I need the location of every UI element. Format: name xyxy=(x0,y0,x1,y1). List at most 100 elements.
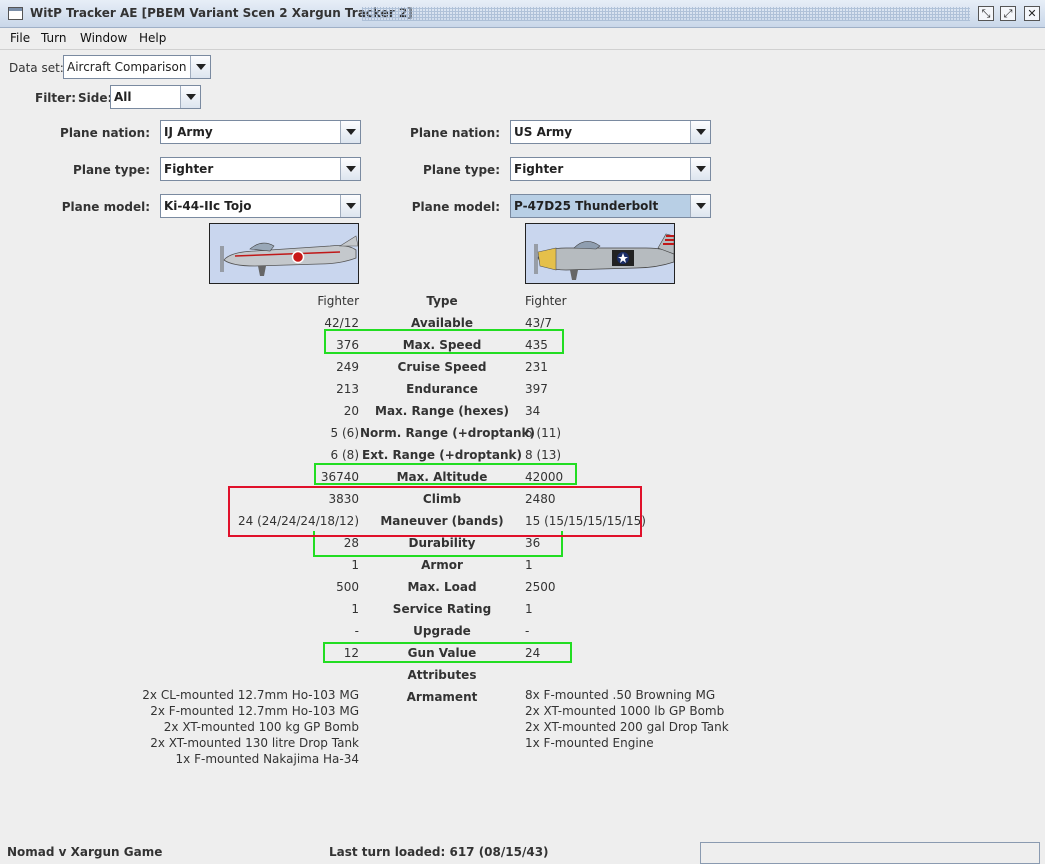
right-value: 36 xyxy=(525,536,541,550)
right-value: 43/7 xyxy=(525,316,552,330)
left-model-label: Plane model: xyxy=(61,200,150,214)
stat-row-cruise-speed: 249 Cruise Speed 231 xyxy=(0,356,1045,378)
close-icon[interactable]: ✕ xyxy=(1024,6,1040,21)
right-value: 8 (13) xyxy=(525,448,562,462)
right-type-label: Plane type: xyxy=(423,163,500,177)
status-game-name: Nomad v Xargun Game xyxy=(7,845,163,859)
title-bar[interactable]: WitP Tracker AE [PBEM Variant Scen 2 Xar… xyxy=(0,0,1045,28)
stat-label: Available xyxy=(411,316,473,330)
left-value: 213 xyxy=(336,382,359,396)
right-nation-select[interactable]: US Army xyxy=(510,120,711,144)
right-value: 1 xyxy=(525,602,533,616)
stat-row-gun-value: 12 Gun Value 24 xyxy=(0,642,1045,664)
right-nation-label: Plane nation: xyxy=(410,126,500,140)
right-value: - xyxy=(525,624,530,638)
right-value: 42000 xyxy=(525,470,564,484)
right-type-value: Fighter xyxy=(514,162,564,176)
window-title: WitP Tracker AE [PBEM Variant Scen 2 Xar… xyxy=(30,6,413,20)
left-value: 1 xyxy=(351,558,359,572)
stat-label: Maneuver (bands) xyxy=(380,514,504,528)
left-value: 500 xyxy=(336,580,359,594)
left-model-value: Ki-44-IIc Tojo xyxy=(164,199,252,213)
right-model-value: P-47D25 Thunderbolt xyxy=(514,199,659,213)
stat-row-climb: 3830 Climb 2480 xyxy=(0,488,1045,510)
left-value: 5 (6) xyxy=(330,426,359,440)
stat-label: Endurance xyxy=(406,382,478,396)
dataset-label: Data set: xyxy=(9,61,64,75)
left-value: 28 xyxy=(343,536,359,550)
chevron-down-icon xyxy=(690,158,710,180)
stat-label: Armor xyxy=(421,558,463,572)
stat-row-endurance: 213 Endurance 397 xyxy=(0,378,1045,400)
maximize-icon[interactable]: ⤢ xyxy=(1000,6,1016,21)
restore-icon[interactable]: ⤡ xyxy=(978,6,994,21)
stat-row-maneuver: 24 (24/24/24/18/12) Maneuver (bands) 15 … xyxy=(0,510,1045,532)
right-model-select[interactable]: P-47D25 Thunderbolt xyxy=(510,194,711,218)
left-type-select[interactable]: Fighter xyxy=(160,157,361,181)
stat-row-max-speed: 376 Max. Speed 435 xyxy=(0,334,1045,356)
stat-row-type: Fighter Type Fighter xyxy=(0,290,1045,312)
menu-window[interactable]: Window xyxy=(80,31,127,45)
stat-row-available: 42/12 Available 43/7 xyxy=(0,312,1045,334)
chevron-down-icon xyxy=(690,121,710,143)
app-icon xyxy=(8,7,23,20)
right-value: 231 xyxy=(525,360,548,374)
right-type-select[interactable]: Fighter xyxy=(510,157,711,181)
menu-file[interactable]: File xyxy=(10,31,30,45)
right-nation-value: US Army xyxy=(514,125,573,139)
armament-label: Armament xyxy=(406,690,478,704)
left-value: 249 xyxy=(336,360,359,374)
stat-row-max-load: 500 Max. Load 2500 xyxy=(0,576,1045,598)
right-value: 2500 xyxy=(525,580,556,594)
stat-label: Max. Altitude xyxy=(396,470,488,484)
menu-turn[interactable]: Turn xyxy=(41,31,66,45)
left-model-select[interactable]: Ki-44-IIc Tojo xyxy=(160,194,361,218)
left-value: - xyxy=(354,624,359,638)
list-item: 2x XT-mounted 100 kg GP Bomb xyxy=(163,720,359,734)
left-nation-select[interactable]: IJ Army xyxy=(160,120,361,144)
stat-label: Cruise Speed xyxy=(397,360,487,374)
left-type-value: Fighter xyxy=(164,162,214,176)
stat-row-armor: 1 Armor 1 xyxy=(0,554,1045,576)
side-value: All xyxy=(114,90,132,104)
list-item: 1x F-mounted Engine xyxy=(525,736,654,750)
chevron-down-icon xyxy=(690,195,710,217)
stat-label: Type xyxy=(426,294,458,308)
menu-help[interactable]: Help xyxy=(139,31,166,45)
side-select[interactable]: All xyxy=(110,85,201,109)
left-plane-image xyxy=(209,223,359,284)
right-value: 435 xyxy=(525,338,548,352)
title-bar-grip xyxy=(362,7,970,21)
left-nation-label: Plane nation: xyxy=(60,126,150,140)
left-value: 376 xyxy=(336,338,359,352)
stat-label: Service Rating xyxy=(392,602,492,616)
status-last-turn: Last turn loaded: 617 (08/15/43) xyxy=(329,845,549,859)
chevron-down-icon xyxy=(180,86,200,108)
list-item: 1x F-mounted Nakajima Ha-34 xyxy=(175,752,359,766)
stat-row-attributes: Attributes xyxy=(0,664,1045,686)
stat-row-max-altitude: 36740 Max. Altitude 42000 xyxy=(0,466,1045,488)
right-value: 1 xyxy=(525,558,533,572)
stat-label: Max. Load xyxy=(407,580,477,594)
chevron-down-icon xyxy=(190,56,210,78)
left-value: Fighter xyxy=(317,294,359,308)
stat-row-max-range: 20 Max. Range (hexes) 34 xyxy=(0,400,1045,422)
menu-bar: File Turn Window Help xyxy=(0,28,1045,50)
right-value: 34 xyxy=(525,404,541,418)
right-model-label: Plane model: xyxy=(411,200,500,214)
left-nation-value: IJ Army xyxy=(164,125,213,139)
right-value: 2480 xyxy=(525,492,556,506)
stat-row-durability: 28 Durability 36 xyxy=(0,532,1045,554)
chevron-down-icon xyxy=(340,195,360,217)
stat-label: Ext. Range (+droptank) xyxy=(362,448,522,462)
dataset-select[interactable]: Aircraft Comparison xyxy=(63,55,211,79)
right-value: Fighter xyxy=(525,294,567,308)
right-value: 6 (11) xyxy=(525,426,562,440)
chevron-down-icon xyxy=(340,158,360,180)
left-value: 42/12 xyxy=(324,316,359,330)
stat-label: Durability xyxy=(408,536,476,550)
left-type-label: Plane type: xyxy=(73,163,150,177)
stat-row-upgrade: - Upgrade - xyxy=(0,620,1045,642)
left-value: 36740 xyxy=(320,470,359,484)
right-value: 15 (15/15/15/15/15) xyxy=(525,514,646,528)
